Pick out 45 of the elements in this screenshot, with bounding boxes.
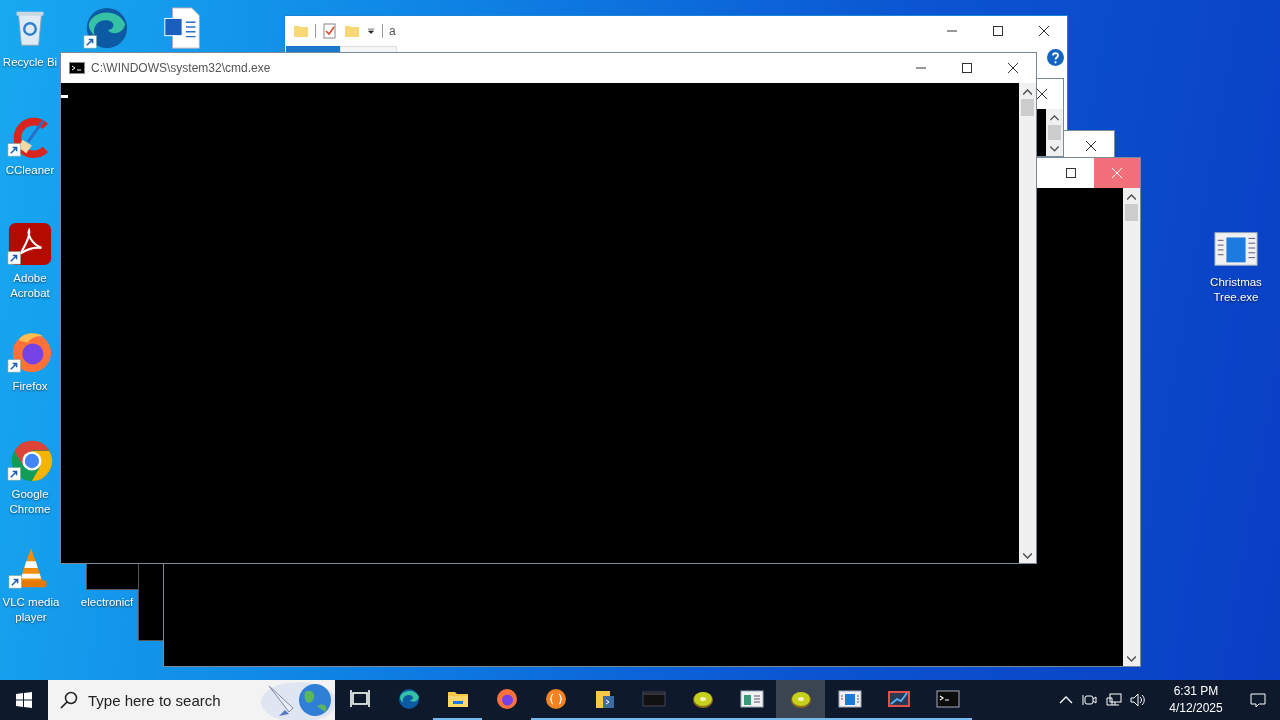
close-icon [1112, 168, 1122, 178]
form-window-icon [739, 687, 764, 711]
windows-logo-icon [16, 692, 32, 708]
scrollbar-thumb[interactable] [1021, 99, 1034, 116]
close-icon [1039, 26, 1049, 36]
desktop-icon-label[interactable]: VLC media player [0, 595, 62, 625]
desktop-icon-label[interactable]: Christmas Tree.exe [1198, 275, 1274, 305]
window-title: a [389, 24, 396, 38]
braces-app-icon [543, 687, 568, 711]
taskbar-button[interactable] [776, 680, 825, 720]
app-window-icon [837, 687, 862, 711]
desktop-icon-label[interactable]: CCleaner [5, 163, 55, 178]
scrollbar-thumb[interactable] [1048, 124, 1061, 141]
scrollbar[interactable] [1019, 83, 1036, 563]
desktop-icon-label[interactable]: Firefox [12, 379, 48, 394]
scroll-down-icon[interactable] [1023, 553, 1032, 559]
maximize-icon [962, 63, 972, 73]
desktop-icon-label[interactable]: Adobe Acrobat [0, 271, 60, 301]
terminal-icon [935, 687, 960, 711]
scroll-up-icon[interactable] [1050, 115, 1059, 121]
scroll-down-icon[interactable] [1050, 146, 1059, 152]
desktop-icon-label[interactable]: Recycle Bi [2, 55, 58, 70]
scrollbar[interactable] [1046, 109, 1063, 156]
search-icon [60, 691, 78, 709]
maximize-icon [1066, 168, 1076, 178]
desktop-icon-label[interactable]: electronicf [80, 595, 134, 610]
scroll-up-icon[interactable] [1127, 194, 1136, 200]
help-icon[interactable] [1047, 49, 1064, 66]
pdf-app-icon[interactable] [7, 221, 53, 267]
desktop-icon-label[interactable]: Google Chrome [0, 487, 60, 517]
scroll-up-icon[interactable] [1023, 89, 1032, 95]
maximize-icon [993, 26, 1003, 36]
scroll-down-icon[interactable] [1127, 656, 1136, 662]
properties-icon[interactable] [322, 23, 338, 39]
scrollbar[interactable] [1123, 188, 1140, 666]
wave-browser-icon [396, 687, 421, 711]
wave-browser-icon[interactable] [83, 5, 129, 51]
clock[interactable]: 6:31 PM 4/12/2025 [1158, 683, 1234, 717]
scrollbar-thumb[interactable] [1125, 204, 1138, 221]
browser-icon [494, 687, 519, 711]
close-icon [1008, 63, 1018, 73]
close-icon [1037, 89, 1047, 99]
window-title: C:\WINDOWS\system32\cmd.exe [91, 61, 271, 75]
close-icon [1086, 141, 1096, 151]
terminal-icon [69, 62, 85, 74]
